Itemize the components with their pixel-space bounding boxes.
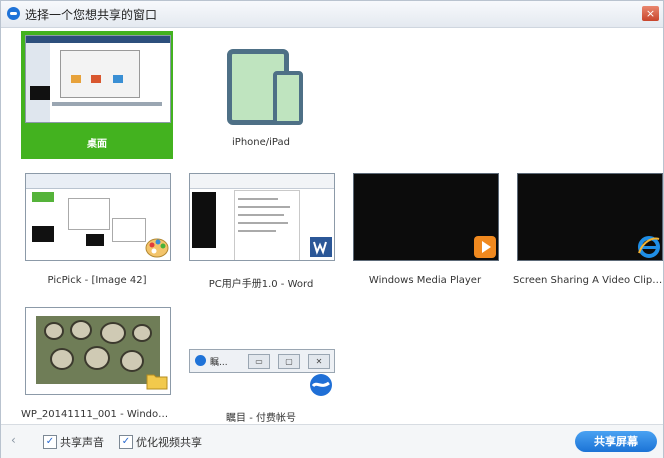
app-logo-icon [7, 7, 20, 20]
optimize-video-label: 优化视频共享 [136, 436, 202, 449]
palette-icon [145, 238, 169, 258]
zhumu-icon [310, 374, 332, 396]
tile-word[interactable]: PC用户手册1.0 - Word [185, 169, 337, 297]
media-player-icon [474, 236, 496, 258]
title-bar: 选择一个您想共享的窗口 × [1, 1, 663, 28]
share-window-dialog: 选择一个您想共享的窗口 × 桌面 iPhone/iPad PicPick - [… [0, 0, 664, 458]
ie-icon [638, 236, 660, 258]
tile-label: iPhone/iPad [232, 137, 290, 148]
zhumu-small-icon [195, 355, 206, 366]
desktop-thumbnail [25, 35, 171, 123]
minimize-icon: ▭ [248, 354, 270, 369]
tile-label: Screen Sharing A Video Clip – ... [513, 275, 664, 286]
tile-label: 瞩目 - 付费帐号 [226, 413, 296, 424]
tile-desktop[interactable]: 桌面 [21, 31, 173, 159]
tile-photos-viewer[interactable]: WP_20141111_001 - Windows ... [21, 303, 173, 431]
tile-label: PicPick - [Image 42] [47, 275, 147, 286]
toolbar-title: 瞩... [210, 358, 228, 368]
tile-label: Windows Media Player [368, 275, 482, 286]
tile-windows-media-player[interactable]: Windows Media Player [349, 169, 501, 297]
footer-bar: ‹ ✓ 共享声音 ✓ 优化视频共享 共享屏幕 [1, 424, 663, 458]
word-icon [310, 237, 332, 257]
tile-zhumu-paid-account[interactable]: 瞩... ▭ ▢ ✕ 瞩目 - 付费帐号 [185, 303, 337, 431]
tile-label: WP_20141111_001 - Windows ... [21, 409, 173, 420]
share-audio-checkbox[interactable]: ✓ [43, 435, 57, 449]
tile-screen-sharing-video[interactable]: Screen Sharing A Video Clip – ... [513, 169, 664, 297]
tile-iphone-ipad[interactable]: iPhone/iPad [185, 31, 337, 159]
tile-label: PC用户手册1.0 - Word [208, 279, 314, 290]
window-title: 选择一个您想共享的窗口 [25, 8, 158, 22]
tile-picpick[interactable]: PicPick - [Image 42] [21, 169, 173, 297]
close-icon: ✕ [308, 354, 330, 369]
close-button[interactable]: × [642, 6, 659, 21]
tile-label: 桌面 [87, 139, 107, 150]
optimize-video-checkbox[interactable]: ✓ [119, 435, 133, 449]
share-audio-label: 共享声音 [60, 436, 104, 449]
collapse-arrow-icon[interactable]: ‹ [11, 433, 16, 447]
iphone-icon [273, 71, 303, 125]
restore-icon: ▢ [278, 354, 300, 369]
folder-icon [146, 374, 168, 390]
share-screen-button[interactable]: 共享屏幕 [575, 431, 657, 452]
conference-toolbar-thumbnail: 瞩... ▭ ▢ ✕ [189, 349, 335, 373]
